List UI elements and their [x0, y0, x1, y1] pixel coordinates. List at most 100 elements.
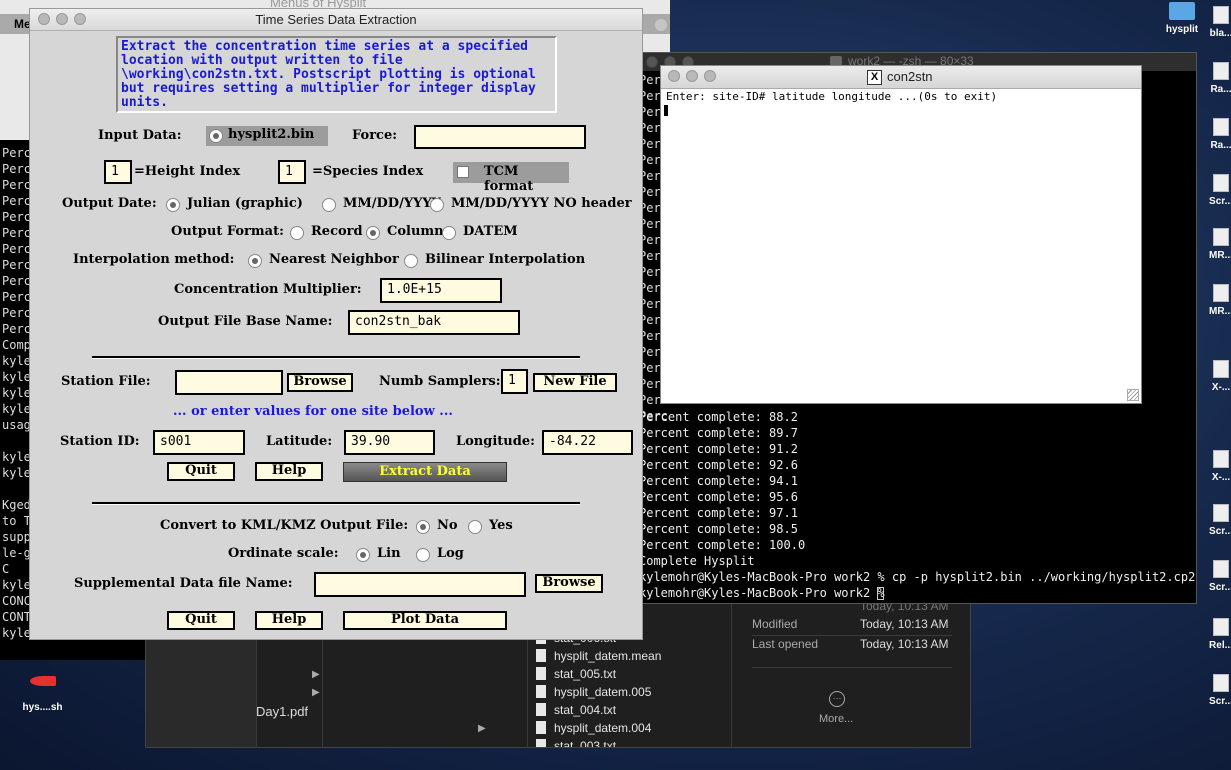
file-name: stat_003.txt	[554, 738, 617, 748]
list-item[interactable]: hysplit_datem.004	[536, 719, 651, 737]
zoom-icon[interactable]	[704, 70, 716, 82]
more-icon[interactable]: ···	[829, 691, 845, 707]
desktop-icon[interactable]: Scr...	[1206, 554, 1231, 593]
station-file-input[interactable]	[175, 370, 283, 395]
desktop-icon[interactable]: MR...	[1206, 222, 1231, 261]
station-id-input[interactable]: s001	[153, 430, 245, 455]
plot-data-button[interactable]: Plot Data	[343, 611, 507, 630]
output-format-label: Output Format:	[171, 224, 284, 239]
height-index-input[interactable]: 1	[104, 160, 132, 184]
desktop-icon[interactable]: X-...	[1206, 444, 1231, 483]
more-label[interactable]: More...	[819, 713, 853, 725]
longitude-input[interactable]: -84.22	[542, 430, 633, 455]
format-column-label[interactable]: Column	[387, 224, 444, 239]
interp-bilinear-radio[interactable]	[404, 254, 418, 268]
station-browse-button[interactable]: Browse	[287, 373, 353, 392]
supp-input[interactable]	[314, 572, 526, 597]
terminal-line: Percent complete: 89.7	[639, 426, 798, 440]
kml-yes-label[interactable]: Yes	[489, 518, 513, 533]
date-noheader-radio[interactable]	[430, 198, 444, 212]
finder-sidebar-file[interactable]: Day1.pdf	[256, 704, 308, 719]
desktop-icon[interactable]: X-...	[1206, 354, 1231, 393]
date-julian-label[interactable]: Julian (graphic)	[187, 196, 303, 211]
interp-nearest-label[interactable]: Nearest Neighbor	[269, 252, 399, 267]
divider	[92, 502, 580, 505]
terminal-line: Perc	[2, 162, 31, 176]
desktop-icon[interactable]: MR...	[1206, 278, 1231, 317]
quit-button[interactable]: Quit	[167, 462, 235, 481]
hys-sh-icon[interactable]: hys....sh	[15, 670, 70, 713]
desktop-icon[interactable]: Ra...	[1206, 56, 1231, 95]
ordinate-log-radio[interactable]	[416, 548, 430, 562]
ordinate-log-label[interactable]: Log	[437, 546, 464, 561]
force-input[interactable]	[414, 125, 586, 149]
minimize-icon[interactable]	[686, 70, 698, 82]
close-icon[interactable]	[668, 70, 680, 82]
list-item[interactable]: stat_003.txt	[536, 737, 617, 748]
menus-close-icon[interactable]	[655, 19, 667, 31]
input-data-button[interactable]: hysplit2.bin	[206, 126, 328, 146]
kml-no-radio[interactable]	[416, 520, 430, 534]
modified-label: Modified	[752, 617, 798, 631]
species-index-input[interactable]: 1	[278, 160, 306, 184]
desktop-icon[interactable]: Scr...	[1206, 668, 1231, 707]
input-data-radio[interactable]	[209, 129, 223, 143]
kml-no-label[interactable]: No	[437, 518, 458, 533]
tcm-format-toggle[interactable]: TCM format	[453, 162, 569, 194]
terminal-line: Complete Hysplit	[639, 554, 755, 568]
date-mmdd-label[interactable]: MM/DD/YYYY	[343, 196, 441, 211]
date-mmdd-radio[interactable]	[322, 198, 336, 212]
base-name-input[interactable]: con2stn_bak	[348, 310, 520, 335]
numb-samplers-label: Numb Samplers:	[379, 374, 501, 389]
tcm-checkbox[interactable]	[457, 166, 469, 178]
format-datem-radio[interactable]	[442, 226, 456, 240]
ordinate-lin-label[interactable]: Lin	[377, 546, 401, 561]
input-data-value: hysplit2.bin	[228, 127, 315, 142]
desktop-icon[interactable]: Scr...	[1206, 498, 1231, 537]
desktop-icon-label: MR...	[1209, 306, 1231, 317]
list-item[interactable]: hysplit_datem.005	[536, 683, 651, 701]
chevron-right-icon: ▶	[478, 723, 486, 734]
terminal-line: Perc	[2, 290, 31, 304]
description-box: Extract the concentration time series at…	[116, 36, 557, 113]
xterm-title: con2stn	[887, 69, 933, 84]
help-button-2[interactable]: Help	[255, 611, 323, 630]
desktop-icon[interactable]: bla...	[1206, 0, 1231, 39]
desktop-icon[interactable]: Rel...	[1206, 612, 1231, 651]
ordinate-label: Ordinate scale:	[228, 546, 339, 561]
file-icon	[1213, 504, 1229, 522]
format-column-radio[interactable]	[366, 226, 380, 240]
desktop-icon-label: Scr...	[1209, 696, 1231, 707]
quit-button-2[interactable]: Quit	[167, 611, 235, 630]
numb-samplers-input[interactable]: 1	[501, 369, 528, 394]
multiplier-input[interactable]: 1.0E+15	[380, 278, 502, 303]
list-item[interactable]: stat_005.txt	[536, 665, 616, 683]
format-record-label[interactable]: Record	[311, 224, 363, 239]
extract-data-button[interactable]: Extract Data	[343, 462, 507, 482]
terminal-line: Percent complete: 97.1	[639, 506, 798, 520]
ordinate-lin-radio[interactable]	[356, 548, 370, 562]
new-file-button[interactable]: New File	[533, 373, 617, 392]
opened-label: Last opened	[752, 637, 819, 651]
description-text: Extract the concentration time series at…	[121, 39, 536, 110]
supp-label: Supplemental Data file Name:	[74, 576, 293, 591]
format-datem-label[interactable]: DATEM	[463, 224, 518, 239]
latitude-input[interactable]: 39.90	[344, 430, 435, 455]
interp-nearest-radio[interactable]	[248, 254, 262, 268]
zsh-cursor	[877, 587, 884, 600]
desktop-icon[interactable]: Ra...	[1206, 112, 1231, 151]
format-record-radio[interactable]	[290, 226, 304, 240]
kml-yes-radio[interactable]	[468, 520, 482, 534]
help-button[interactable]: Help	[255, 462, 323, 481]
list-item[interactable]: stat_004.txt	[536, 701, 616, 719]
interp-bilinear-label[interactable]: Bilinear Interpolation	[425, 252, 585, 267]
date-julian-radio[interactable]	[166, 198, 180, 212]
list-item[interactable]: hysplit_datem.mean	[536, 647, 661, 665]
date-noheader-label[interactable]: MM/DD/YYYY NO header	[451, 196, 632, 211]
resize-grip-icon[interactable]	[1127, 389, 1139, 401]
desktop-icon[interactable]: hysplit	[1162, 0, 1202, 35]
desktop-icon[interactable]: Scr...	[1206, 168, 1231, 207]
close-icon[interactable]	[646, 56, 658, 68]
x11-icon: X	[867, 70, 882, 85]
supp-browse-button[interactable]: Browse	[535, 574, 603, 593]
